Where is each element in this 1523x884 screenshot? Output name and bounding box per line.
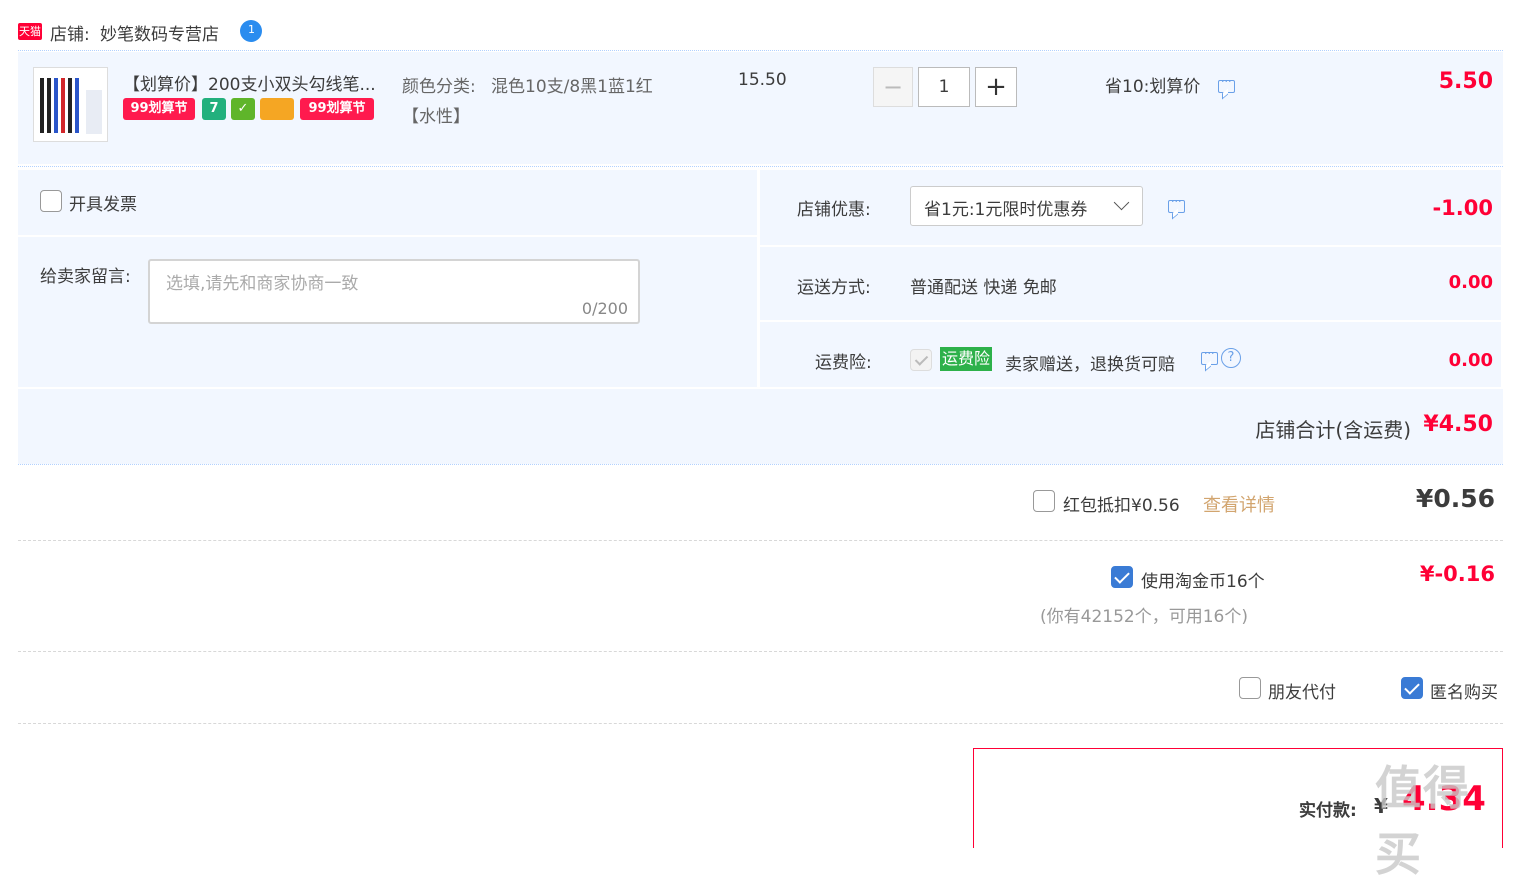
message-icon[interactable] [1218, 75, 1235, 93]
shop-discount-label: 店铺优惠: [797, 200, 871, 220]
redpacket-amount: ¥0.56 [1415, 484, 1495, 513]
coupon-select[interactable]: 省1元:1元限时优惠券 [910, 186, 1143, 226]
help-icon[interactable]: ? [1221, 348, 1241, 368]
coins-sub: (你有42152个，可用16个) [1040, 607, 1248, 627]
divider [18, 540, 1503, 541]
insurance-badge: 运费险 [940, 347, 993, 371]
shop-total-label: 店铺合计(含运费) [1255, 418, 1411, 442]
invoice-label: 开具发票 [69, 195, 137, 215]
insurance-label: 运费险: [815, 353, 872, 373]
insurance-amount: 0.00 [1448, 350, 1493, 371]
product-thumbnail[interactable] [33, 67, 108, 142]
tag-99-festival: 99划算节 [123, 98, 195, 120]
sku-extra: 【水性】 [402, 107, 470, 127]
tag-99-festival-2: 99划算节 [300, 98, 374, 120]
coins-label: 使用淘金币16个 [1141, 572, 1265, 592]
note-label: 给卖家留言: [40, 267, 131, 287]
coins-checkbox[interactable] [1111, 566, 1133, 588]
insurance-desc: 卖家赠送，退换货可赔 [1005, 355, 1175, 375]
extra-options-row: 朋友代付 匿名购买 [18, 653, 1503, 723]
note-textarea[interactable]: 选填,请先和商家协商一致 0/200 [148, 259, 640, 324]
shipping-row: 运送方式: 普通配送 快递 免邮 0.00 [760, 247, 1501, 320]
note-placeholder: 选填,请先和商家协商一致 [166, 274, 359, 294]
shipping-amount: 0.00 [1448, 272, 1493, 293]
shop-discount-amount: -1.00 [1432, 196, 1493, 220]
qty-plus-button[interactable]: + [975, 67, 1017, 107]
shop-name[interactable]: 妙笔数码专营店 [100, 20, 219, 45]
divider [18, 651, 1503, 652]
watermark-logo: 值得买 [1375, 752, 1515, 881]
watermark-text: 值得买 [1375, 761, 1471, 881]
message-icon[interactable] [1168, 195, 1185, 213]
coins-row: 使用淘金币16个 (你有42152个，可用16个) ¥-0.16 [18, 542, 1503, 650]
tmall-badge: 天猫 [18, 23, 42, 40]
tag-card-icon [260, 98, 294, 120]
promo-text: 省10:划算价 [1105, 77, 1201, 97]
quantity-stepper: − 1 + [873, 67, 1018, 109]
unit-price: 15.50 [738, 70, 787, 90]
item-subtotal: 5.50 [1438, 69, 1493, 94]
note-char-count: 0/200 [581, 299, 628, 318]
coins-amount: ¥-0.16 [1419, 562, 1495, 586]
qty-minus-button[interactable]: − [873, 67, 913, 107]
product-title[interactable]: 【划算价】200支小双头勾线笔... [123, 70, 376, 95]
redpacket-checkbox[interactable] [1033, 490, 1055, 512]
message-icon[interactable] [1201, 347, 1218, 365]
shop-total-row: 店铺合计(含运费) ¥4.50 [18, 389, 1503, 464]
shipping-label: 运送方式: [797, 278, 871, 298]
friend-pay-checkbox[interactable] [1239, 677, 1261, 699]
wangwang-chat-icon[interactable]: 1 [240, 20, 262, 42]
shop-discount-row: 店铺优惠: 省1元:1元限时优惠券 -1.00 [760, 170, 1501, 245]
sku-value: 混色10支/8黑1蓝1红 [491, 77, 653, 97]
coupon-selected: 省1元:1元限时优惠券 [924, 200, 1088, 220]
anonymous-label: 匿名购买 [1430, 683, 1498, 703]
insurance-row: 运费险: 运费险 卖家赠送，退换货可赔 ? 0.00 [760, 322, 1501, 387]
redpacket-row: 红包抵扣¥0.56 查看详情 ¥0.56 [18, 466, 1503, 538]
pay-label: 实付款: [1299, 801, 1357, 821]
invoice-checkbox[interactable] [40, 190, 62, 212]
redpacket-detail-link[interactable]: 查看详情 [1203, 491, 1275, 517]
sku-label: 颜色分类: [402, 77, 476, 97]
shop-header: 天猫 店铺: 妙笔数码专营店 1 [18, 18, 1503, 48]
chevron-down-icon [1113, 194, 1130, 211]
divider [18, 166, 1503, 167]
tag-shield-icon: ✓ [231, 98, 255, 120]
note-row: 给卖家留言: 选填,请先和商家协商一致 0/200 [18, 237, 757, 387]
divider [18, 723, 1503, 724]
insurance-checkbox [910, 349, 932, 371]
shop-total-amount: ¥4.50 [1423, 412, 1493, 437]
qty-input[interactable]: 1 [918, 67, 970, 107]
anonymous-checkbox[interactable] [1401, 677, 1423, 699]
promo-tags: 99划算节 7 ✓ 99划算节 [123, 98, 383, 122]
invoice-row: 开具发票 [18, 170, 757, 235]
divider [18, 50, 1503, 51]
shop-label: 店铺: [50, 25, 90, 45]
tag-seven-day-return: 7 [202, 98, 226, 120]
friend-pay-label: 朋友代付 [1268, 683, 1336, 703]
redpacket-label: 红包抵扣¥0.56 [1063, 496, 1180, 516]
item-row: 【划算价】200支小双头勾线笔... 99划算节 7 ✓ 99划算节 颜色分类:… [18, 52, 1503, 164]
shipping-value: 普通配送 快递 免邮 [910, 278, 1057, 298]
divider [18, 464, 1503, 465]
